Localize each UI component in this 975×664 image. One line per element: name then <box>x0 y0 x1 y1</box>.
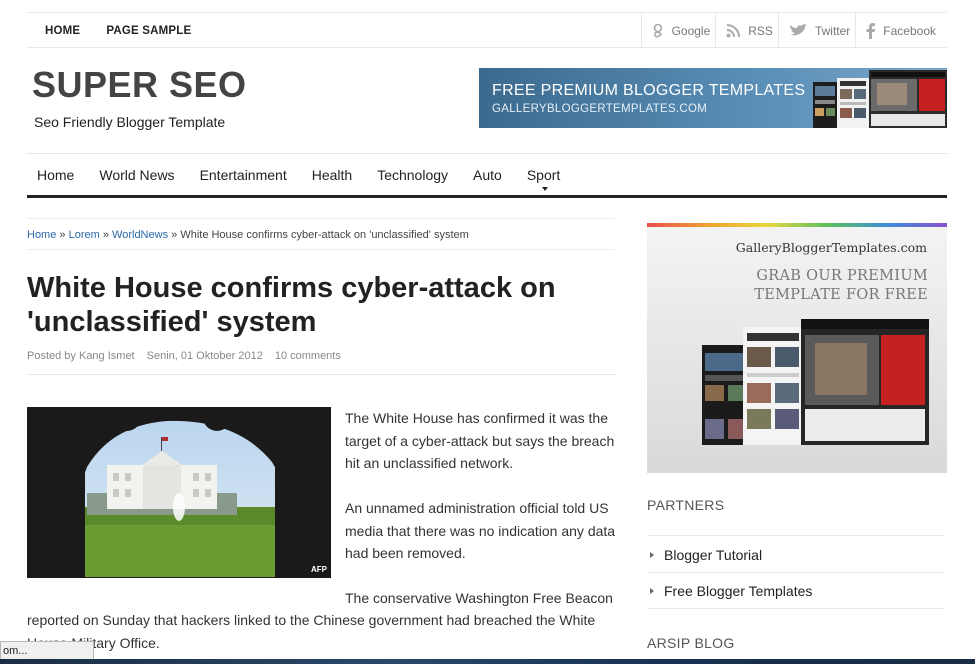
top-nav-home[interactable]: HOME <box>45 25 80 37</box>
social-facebook[interactable]: Facebook <box>855 13 941 48</box>
sidebar-ad[interactable]: GalleryBloggerTemplates.com GRAB OUR PRE… <box>647 223 947 473</box>
banner-line-2: GALLERYBLOGGERTEMPLATES.COM <box>492 103 708 115</box>
social-facebook-label: Facebook <box>883 23 936 38</box>
ad-template-screenshots <box>702 319 929 445</box>
post-author[interactable]: Posted by Kang Ismet <box>27 350 135 362</box>
breadcrumb-separator: » <box>171 229 178 241</box>
nav-item-sport-label: Sport <box>526 167 561 183</box>
breadcrumb: Home » Lorem » WorldNews » White House c… <box>27 218 615 250</box>
twitter-icon <box>789 24 807 36</box>
partners-list: Blogger Tutorial Free Blogger Templates <box>647 537 945 609</box>
social-links: Google RSS Twitter Facebook <box>640 13 941 48</box>
post-image: AFP <box>27 407 331 578</box>
facebook-icon <box>866 22 876 39</box>
post-meta: Posted by Kang Ismet Senin, 01 Oktober 2… <box>27 350 341 362</box>
social-google[interactable]: Google <box>640 13 716 48</box>
post-title: White House confirms cyber-attack on 'un… <box>27 272 556 338</box>
partners-top-rule <box>647 535 945 536</box>
image-credit: AFP <box>311 565 327 574</box>
top-nav: HOME PAGE SAMPLE <box>45 25 191 37</box>
banner-template-screenshots <box>813 70 947 128</box>
white-house-photo <box>27 407 331 578</box>
header-banner-ad[interactable]: FREE PREMIUM BLOGGER TEMPLATES GALLERYBL… <box>479 68 947 128</box>
nav-item-entertainment[interactable]: Entertainment <box>200 167 287 183</box>
social-google-label: Google <box>671 23 711 38</box>
post-paragraph-3-start: The conservative Washington Free Beacon <box>345 590 613 606</box>
breadcrumb-worldnews[interactable]: WorldNews <box>112 229 168 241</box>
post-comments-link[interactable]: 10 comments <box>275 350 341 362</box>
main-nav: Home World News Entertainment Health Tec… <box>27 153 947 198</box>
social-twitter-label: Twitter <box>814 23 851 38</box>
partners-heading: PARTNERS <box>647 497 725 513</box>
breadcrumb-home[interactable]: Home <box>27 229 56 241</box>
post-paragraph-3-cont: reported on Sunday that hackers linked t… <box>27 612 596 651</box>
nav-item-auto[interactable]: Auto <box>473 167 502 183</box>
partner-link-free-blogger-templates[interactable]: Free Blogger Templates <box>647 573 945 609</box>
breadcrumb-current: White House confirms cyber-attack on 'un… <box>180 229 469 241</box>
top-nav-page-sample[interactable]: PAGE SAMPLE <box>106 25 191 37</box>
banner-line-1: FREE PREMIUM BLOGGER TEMPLATES <box>492 82 806 99</box>
site-tagline: Seo Friendly Blogger Template <box>34 114 226 130</box>
breadcrumb-separator: » <box>59 229 66 241</box>
meta-divider <box>27 374 617 375</box>
social-twitter[interactable]: Twitter <box>777 13 855 48</box>
nav-item-sport[interactable]: Sport <box>526 167 561 191</box>
browser-status-bar: om... <box>0 641 94 661</box>
social-rss-label: RSS <box>748 23 773 38</box>
post-date[interactable]: Senin, 01 Oktober 2012 <box>147 350 263 362</box>
breadcrumb-separator: » <box>102 229 109 241</box>
nav-item-health[interactable]: Health <box>312 167 352 183</box>
nav-item-home[interactable]: Home <box>37 167 74 183</box>
rss-icon <box>726 23 741 37</box>
nav-item-technology[interactable]: Technology <box>377 167 448 183</box>
arsip-blog-heading: ARSIP BLOG <box>647 635 735 651</box>
post-paragraph-2: An unnamed administration official told … <box>345 500 616 561</box>
os-taskbar <box>0 659 975 664</box>
post-paragraph-1: The White House has confirmed it was the… <box>345 410 615 471</box>
top-bar: HOME PAGE SAMPLE Google RSS Twitter Face… <box>27 12 947 48</box>
breadcrumb-lorem[interactable]: Lorem <box>69 229 100 241</box>
dropdown-caret-icon <box>541 187 548 191</box>
partner-link-blogger-tutorial[interactable]: Blogger Tutorial <box>647 537 945 573</box>
social-rss[interactable]: RSS <box>715 13 778 48</box>
site-title[interactable]: SUPER SEO <box>32 64 247 106</box>
nav-item-world-news[interactable]: World News <box>99 167 174 183</box>
google-icon <box>653 23 662 37</box>
